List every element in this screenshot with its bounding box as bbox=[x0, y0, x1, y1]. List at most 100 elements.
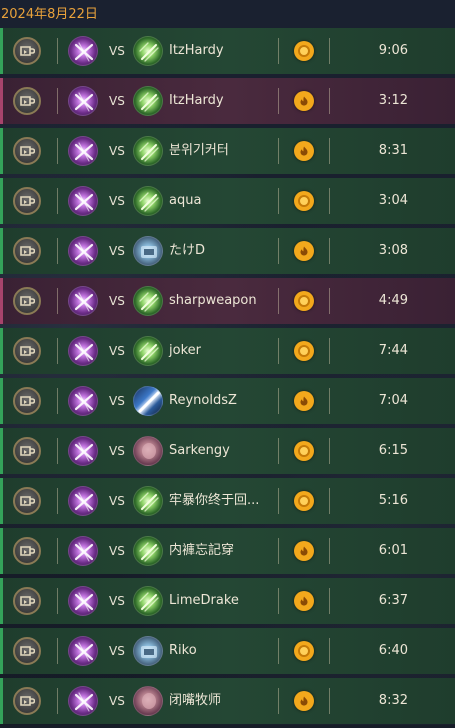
opponent-name[interactable]: たけD bbox=[169, 228, 205, 274]
player-avatar bbox=[68, 486, 98, 516]
vs-label: VS bbox=[109, 244, 125, 258]
game-mode-icon bbox=[13, 587, 41, 615]
vs-label: VS bbox=[109, 94, 125, 108]
player-avatar bbox=[68, 386, 98, 416]
separator bbox=[57, 188, 58, 214]
separator bbox=[57, 588, 58, 614]
match-duration: 3:04 bbox=[378, 193, 408, 208]
match-row[interactable]: VS ReynoldsZ 7:04 bbox=[0, 378, 455, 424]
flame-icon bbox=[294, 691, 314, 711]
flame-icon bbox=[294, 541, 314, 561]
opponent-name[interactable]: sharpweapon bbox=[169, 278, 257, 324]
coin-icon bbox=[294, 641, 314, 661]
match-row[interactable]: VS 闭嘴牧师 8:32 bbox=[0, 678, 455, 724]
separator bbox=[278, 238, 279, 264]
match-duration: 9:06 bbox=[378, 43, 408, 58]
separator bbox=[57, 438, 58, 464]
match-row[interactable]: VS Riko 6:40 bbox=[0, 628, 455, 674]
opponent-name[interactable]: Riko bbox=[169, 628, 197, 674]
vs-label: VS bbox=[109, 194, 125, 208]
match-duration: 6:01 bbox=[378, 543, 408, 558]
match-row[interactable]: VS 内褲忘記穿 6:01 bbox=[0, 528, 455, 574]
coin-icon bbox=[294, 441, 314, 461]
separator bbox=[278, 388, 279, 414]
vs-label: VS bbox=[109, 644, 125, 658]
match-row[interactable]: VS Sarkengy 6:15 bbox=[0, 428, 455, 474]
separator bbox=[57, 38, 58, 64]
game-mode-icon bbox=[13, 487, 41, 515]
separator bbox=[57, 288, 58, 314]
player-avatar bbox=[68, 36, 98, 66]
vs-label: VS bbox=[109, 344, 125, 358]
coin-icon bbox=[294, 41, 314, 61]
separator bbox=[329, 488, 330, 514]
match-row[interactable]: VS たけD 3:08 bbox=[0, 228, 455, 274]
separator bbox=[329, 638, 330, 664]
vs-label: VS bbox=[109, 544, 125, 558]
match-duration: 6:15 bbox=[378, 443, 408, 458]
opponent-name[interactable]: ItzHardy bbox=[169, 28, 224, 74]
opponent-name[interactable]: ItzHardy bbox=[169, 78, 224, 124]
match-row[interactable]: VS 분위기커터 8:31 bbox=[0, 128, 455, 174]
opponent-avatar bbox=[133, 336, 163, 366]
date-header: 2024年8月22日 bbox=[1, 7, 98, 22]
separator bbox=[329, 238, 330, 264]
separator bbox=[329, 88, 330, 114]
match-row[interactable]: VS LimeDrake 6:37 bbox=[0, 578, 455, 624]
opponent-name[interactable]: 闭嘴牧师 bbox=[169, 678, 221, 724]
separator bbox=[278, 438, 279, 464]
opponent-name[interactable]: LimeDrake bbox=[169, 578, 239, 624]
game-mode-icon bbox=[13, 187, 41, 215]
opponent-name[interactable]: aqua bbox=[169, 178, 201, 224]
match-row[interactable]: VS aqua 3:04 bbox=[0, 178, 455, 224]
flame-icon bbox=[294, 591, 314, 611]
match-row[interactable]: VS joker 7:44 bbox=[0, 328, 455, 374]
flame-icon bbox=[294, 241, 314, 261]
separator bbox=[278, 638, 279, 664]
opponent-name[interactable]: 분위기커터 bbox=[169, 128, 229, 174]
game-mode-icon bbox=[13, 237, 41, 265]
match-row[interactable]: VS ItzHardy 9:06 bbox=[0, 28, 455, 74]
player-avatar bbox=[68, 336, 98, 366]
match-duration: 6:40 bbox=[378, 643, 408, 658]
player-avatar bbox=[68, 86, 98, 116]
game-mode-icon bbox=[13, 287, 41, 315]
vs-label: VS bbox=[109, 444, 125, 458]
match-duration: 3:08 bbox=[378, 243, 408, 258]
match-row[interactable]: VS ItzHardy 3:12 bbox=[0, 78, 455, 124]
opponent-avatar bbox=[133, 536, 163, 566]
opponent-name[interactable]: Sarkengy bbox=[169, 428, 230, 474]
player-avatar bbox=[68, 236, 98, 266]
separator bbox=[278, 338, 279, 364]
vs-label: VS bbox=[109, 494, 125, 508]
opponent-name[interactable]: ReynoldsZ bbox=[169, 378, 237, 424]
opponent-name[interactable]: 牢暴你终于回... bbox=[169, 478, 259, 524]
game-mode-icon bbox=[13, 387, 41, 415]
separator bbox=[57, 388, 58, 414]
separator bbox=[329, 138, 330, 164]
separator bbox=[329, 688, 330, 714]
opponent-avatar bbox=[133, 36, 163, 66]
vs-label: VS bbox=[109, 294, 125, 308]
player-avatar bbox=[68, 636, 98, 666]
coin-icon bbox=[294, 191, 314, 211]
match-row[interactable]: VS sharpweapon 4:49 bbox=[0, 278, 455, 324]
separator bbox=[278, 288, 279, 314]
match-duration: 8:31 bbox=[378, 143, 408, 158]
separator bbox=[57, 688, 58, 714]
opponent-avatar bbox=[133, 686, 163, 716]
vs-label: VS bbox=[109, 694, 125, 708]
separator bbox=[278, 538, 279, 564]
game-mode-icon bbox=[13, 637, 41, 665]
opponent-name[interactable]: 内褲忘記穿 bbox=[169, 528, 234, 574]
coin-icon bbox=[294, 491, 314, 511]
opponent-avatar bbox=[133, 486, 163, 516]
match-row[interactable]: VS 牢暴你终于回... 5:16 bbox=[0, 478, 455, 524]
player-avatar bbox=[68, 286, 98, 316]
match-duration: 3:12 bbox=[378, 93, 408, 108]
opponent-name[interactable]: joker bbox=[169, 328, 201, 374]
separator bbox=[57, 638, 58, 664]
separator bbox=[329, 538, 330, 564]
opponent-avatar bbox=[133, 86, 163, 116]
flame-icon bbox=[294, 391, 314, 411]
